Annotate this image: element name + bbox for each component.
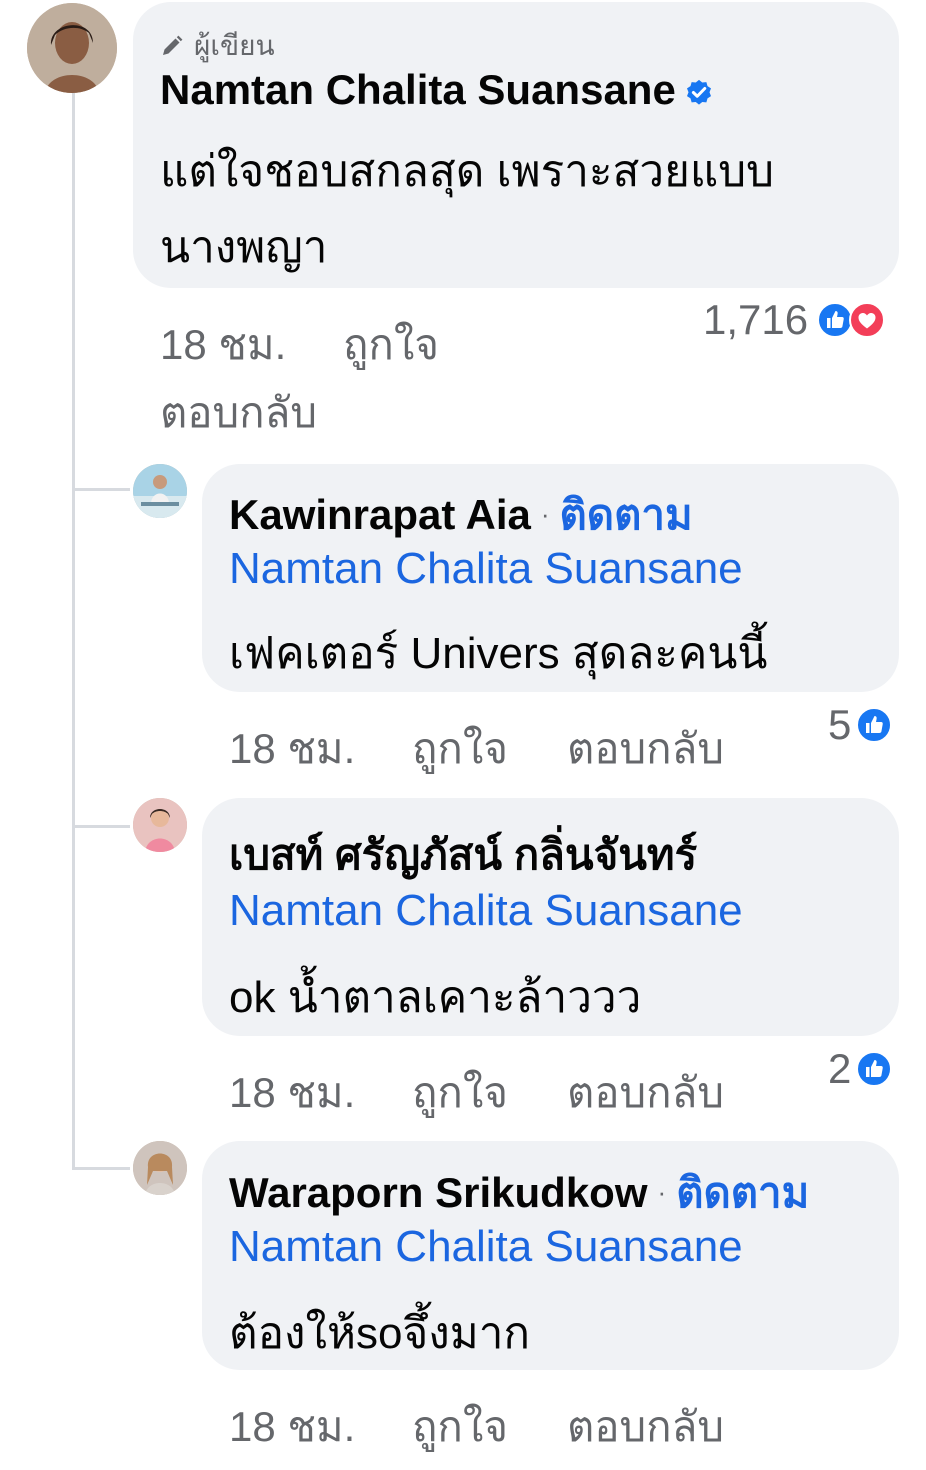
- reaction-count: 1,716: [703, 296, 809, 343]
- mention-link[interactable]: Namtan Chalita Suansane: [229, 544, 743, 594]
- separator-dot: ·: [657, 1177, 667, 1207]
- comment-text-line-1: แต่ใจชอบสกลสุด เพราะสวยแบบ: [160, 147, 775, 196]
- avatar[interactable]: [133, 1141, 187, 1195]
- thread-line: [72, 92, 75, 1170]
- comment-text-line-2: นางพญา: [160, 223, 328, 272]
- like-link[interactable]: ถูกใจ: [343, 312, 439, 378]
- reply-author-name[interactable]: เบสท์ ศรัญภัสน์ กลิ่นจันทร์: [229, 822, 697, 888]
- reaction-summary[interactable]: 1,716: [703, 296, 886, 344]
- love-icon: [849, 302, 886, 338]
- avatar[interactable]: [27, 3, 117, 93]
- reply-author-link[interactable]: Waraporn Srikudkow: [229, 1169, 648, 1216]
- avatar[interactable]: [133, 798, 187, 852]
- author-tag: ผู้เขียน: [160, 24, 275, 68]
- reply-link[interactable]: ตอบกลับ: [567, 1060, 724, 1126]
- like-link[interactable]: ถูกใจ: [412, 1394, 508, 1460]
- commenter-name[interactable]: Namtan Chalita Suansane: [160, 66, 714, 114]
- reply-author-link[interactable]: Kawinrapat Aia: [229, 491, 531, 538]
- reply-timestamp[interactable]: 18 ชม.: [229, 716, 355, 782]
- reply-timestamp[interactable]: 18 ชม.: [229, 1060, 355, 1126]
- follow-button[interactable]: ติดตาม: [676, 1169, 809, 1216]
- verified-badge-icon: [686, 79, 711, 105]
- commenter-name-text: Namtan Chalita Suansane: [160, 66, 676, 113]
- pencil-icon: [163, 35, 183, 55]
- thread-branch-1: [72, 488, 130, 491]
- reply-author-name: Kawinrapat Aia · ติดตาม: [229, 482, 693, 548]
- reply-link[interactable]: ตอบกลับ: [567, 1394, 724, 1460]
- reply-link[interactable]: ตอบกลับ: [160, 380, 317, 446]
- author-tag-label: ผู้เขียน: [194, 30, 275, 61]
- avatar[interactable]: [133, 464, 187, 518]
- follow-button[interactable]: ติดตาม: [560, 491, 693, 538]
- like-link[interactable]: ถูกใจ: [412, 716, 508, 782]
- reply-text: ต้องให้soจึ้งมาก: [229, 1309, 531, 1358]
- comment-timestamp[interactable]: 18 ชม.: [160, 312, 286, 378]
- like-link[interactable]: ถูกใจ: [412, 1060, 508, 1126]
- reply-link[interactable]: ตอบกลับ: [567, 716, 724, 782]
- thread-branch-2: [72, 825, 130, 828]
- reply-timestamp[interactable]: 18 ชม.: [229, 1394, 355, 1460]
- mention-link[interactable]: Namtan Chalita Suansane: [229, 1222, 743, 1272]
- reply-text: เฟคเตอร์ Univers สุดละคนนี้: [229, 629, 768, 678]
- reply-author-name: Waraporn Srikudkow · ติดตาม: [229, 1160, 809, 1226]
- reaction-summary[interactable]: 5: [828, 701, 893, 749]
- mention-link[interactable]: Namtan Chalita Suansane: [229, 886, 743, 936]
- reaction-count: 2: [828, 1045, 852, 1092]
- like-icon: [856, 707, 893, 743]
- reaction-count: 5: [828, 701, 852, 748]
- thread-branch-3: [72, 1167, 130, 1170]
- separator-dot: ·: [540, 499, 550, 529]
- reaction-summary[interactable]: 2: [828, 1045, 893, 1093]
- like-icon: [856, 1051, 893, 1087]
- reply-text: ok น้ำตาลเคาะล้าววว: [229, 973, 642, 1022]
